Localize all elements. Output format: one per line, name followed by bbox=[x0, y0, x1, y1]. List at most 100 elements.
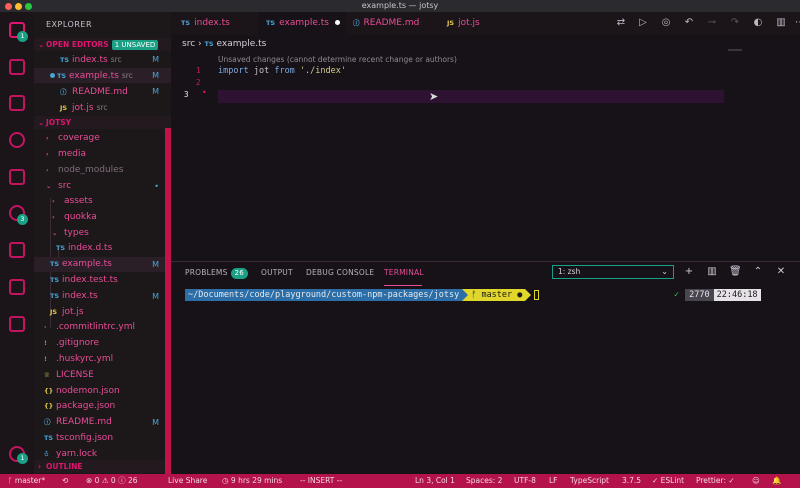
tree-file[interactable]: {} nodemon.json bbox=[34, 384, 171, 399]
tree-folder[interactable]: ⌄ types bbox=[34, 226, 171, 241]
chevron-right-icon: › bbox=[38, 462, 42, 471]
eslint-status[interactable]: ✓ ESLint bbox=[652, 474, 684, 488]
git-file-icon: ! bbox=[44, 339, 47, 347]
new-terminal-icon[interactable]: + bbox=[683, 266, 695, 278]
open-editor-item[interactable]: TS example.ts src M bbox=[34, 68, 171, 83]
run-icon[interactable]: ▷ bbox=[637, 17, 649, 29]
mouse-pointer-icon: ➤ bbox=[429, 90, 439, 103]
notifications-bell-icon[interactable]: 🔔 bbox=[772, 474, 781, 488]
tab-output[interactable]: OUTPUT bbox=[261, 268, 293, 277]
tab-terminal[interactable]: TERMINAL bbox=[384, 268, 424, 277]
indentation-status[interactable]: Spaces: 2 bbox=[466, 474, 502, 488]
eol-status[interactable]: LF bbox=[549, 474, 558, 488]
history-number: 2770 bbox=[685, 289, 714, 301]
terminal-prompt[interactable]: ~/Documents/code/playground/custom-npm-p… bbox=[185, 289, 540, 301]
git-blame-codelens[interactable]: Unsaved changes (cannot determine recent… bbox=[218, 55, 457, 64]
tree-file[interactable]: ! .gitignore bbox=[34, 336, 171, 351]
window-title: example.ts — jotsy bbox=[361, 1, 439, 10]
sync-icon[interactable]: ⟲ bbox=[62, 474, 68, 488]
prompt-git-branch: ᚠ master ● bbox=[468, 289, 526, 301]
terminal-select[interactable]: 1: zsh ⌄ bbox=[552, 265, 674, 279]
open-editors-header[interactable]: ⌄ OPEN EDITORS 1 UNSAVED bbox=[34, 38, 171, 51]
tree-file[interactable]: {} package.json bbox=[34, 399, 171, 414]
tab-debug-console[interactable]: DEBUG CONSOLE bbox=[306, 268, 374, 277]
terminal-right-prompt: ✓ 2770 22:46:18 bbox=[668, 289, 761, 301]
json-file-icon: {} bbox=[44, 402, 54, 410]
line-number: 2 bbox=[196, 78, 201, 87]
maximize-panel-icon[interactable]: ⌃ bbox=[752, 266, 764, 278]
window-icon[interactable] bbox=[9, 59, 25, 75]
code-editor[interactable]: import jot from './index' bbox=[218, 66, 346, 76]
tree-file[interactable]: ! .huskyrc.yml bbox=[34, 352, 171, 367]
next-change-icon[interactable]: ↷ bbox=[729, 17, 741, 29]
breadcrumb: src › TS example.ts bbox=[182, 39, 266, 49]
tree-file[interactable]: · .commitlintrc.yml bbox=[34, 320, 171, 335]
typescript-file-icon: TS bbox=[56, 244, 66, 252]
close-panel-icon[interactable]: ✕ bbox=[775, 266, 787, 278]
outline-header[interactable]: › OUTLINE bbox=[34, 460, 171, 473]
tab-index-ts[interactable]: TS index.ts bbox=[181, 12, 261, 35]
split-terminal-icon[interactable]: ▥ bbox=[706, 266, 718, 278]
tree-file[interactable]: ♕ LICENSE bbox=[34, 368, 171, 383]
typescript-file-icon: TS bbox=[181, 19, 191, 27]
tab-jot-js[interactable]: JS jot.js bbox=[447, 12, 517, 35]
open-editor-item[interactable]: ⓘ README.md M bbox=[34, 84, 171, 99]
open-changes-icon[interactable]: ◎ bbox=[660, 17, 672, 29]
timeline-icon[interactable]: ◐ bbox=[752, 17, 764, 29]
bookmark-icon[interactable] bbox=[9, 279, 25, 295]
tree-folder[interactable]: › coverage bbox=[34, 131, 171, 146]
compare-changes-icon[interactable]: ⇄ bbox=[615, 17, 627, 29]
tree-folder[interactable]: › assets bbox=[34, 194, 171, 209]
info-file-icon: ⓘ bbox=[353, 19, 360, 27]
info-file-icon: ⓘ bbox=[60, 88, 67, 96]
typescript-version-status[interactable]: 3.7.5 bbox=[622, 474, 641, 488]
live-share-user-icon[interactable]: ☺ bbox=[752, 474, 760, 488]
cursor-position-status[interactable]: Ln 3, Col 1 bbox=[415, 474, 455, 488]
tree-file[interactable]: ⓘ README.md M bbox=[34, 415, 171, 430]
typescript-file-icon: TS bbox=[60, 56, 70, 64]
tree-folder[interactable]: ⌄ src • bbox=[34, 179, 171, 194]
wakatime-status[interactable]: ◷ 9 hrs 29 mins bbox=[222, 474, 282, 488]
tree-file[interactable]: TS example.ts M bbox=[34, 257, 171, 272]
typescript-file-icon: TS bbox=[50, 276, 60, 284]
encoding-status[interactable]: UTF-8 bbox=[514, 474, 536, 488]
prettier-status[interactable]: Prettier: ✓ bbox=[696, 474, 735, 488]
open-editor-item[interactable]: JS jot.js src bbox=[34, 100, 171, 115]
tree-folder[interactable]: › media bbox=[34, 147, 171, 162]
previous-change-icon[interactable]: ↶ bbox=[683, 17, 695, 29]
tab-problems[interactable]: PROBLEMS 26 bbox=[185, 268, 248, 279]
extensions-icon[interactable] bbox=[9, 95, 25, 111]
line-number: 3 bbox=[184, 90, 189, 99]
split-editor-icon[interactable]: ▥ bbox=[775, 17, 787, 29]
tree-file[interactable]: TS tsconfig.json bbox=[34, 431, 171, 446]
breadcrumb-file[interactable]: example.ts bbox=[217, 39, 267, 49]
tree-file[interactable]: TS index.ts M bbox=[34, 289, 171, 304]
language-mode-status[interactable]: TypeScript bbox=[570, 474, 609, 488]
git-branch-status[interactable]: ᚴ master* bbox=[8, 474, 45, 488]
tree-file[interactable]: TS index.d.ts bbox=[34, 241, 171, 256]
commit-icon[interactable]: ⊸ bbox=[706, 17, 718, 29]
unsaved-dot-icon bbox=[334, 20, 340, 25]
tab-readme-md[interactable]: ⓘ README.md bbox=[353, 12, 443, 35]
line-number: 1 bbox=[196, 66, 201, 75]
settings-sync-icon[interactable] bbox=[9, 242, 25, 258]
pages-icon[interactable] bbox=[9, 316, 25, 332]
live-share-status[interactable]: Live Share bbox=[168, 474, 207, 488]
tree-folder[interactable]: › quokka bbox=[34, 210, 171, 225]
kill-terminal-icon[interactable]: 🗑 bbox=[729, 266, 742, 278]
tab-example-ts[interactable]: TS example.ts bbox=[258, 12, 346, 35]
problems-status[interactable]: ⊗ 0 ⚠ 0 ⓘ 26 bbox=[86, 474, 138, 488]
more-actions-icon[interactable]: ⋯ bbox=[794, 17, 800, 29]
prompt-time: 22:46:18 bbox=[713, 289, 761, 301]
debug-icon[interactable] bbox=[9, 169, 25, 185]
tree-folder[interactable]: › node_modules bbox=[34, 163, 171, 178]
tree-file[interactable]: JS jot.js bbox=[34, 305, 171, 320]
project-header[interactable]: ⌄ JOTSY bbox=[34, 116, 171, 129]
tree-file[interactable]: TS index.test.ts bbox=[34, 273, 171, 288]
open-editor-item[interactable]: TS index.ts src M bbox=[34, 52, 171, 67]
breadcrumb-folder[interactable]: src bbox=[182, 39, 195, 49]
typescript-file-icon: TS bbox=[57, 72, 67, 80]
breakpoint-dot-icon[interactable]: • bbox=[202, 88, 207, 97]
search-icon[interactable] bbox=[9, 132, 25, 148]
minimap[interactable] bbox=[728, 49, 742, 51]
